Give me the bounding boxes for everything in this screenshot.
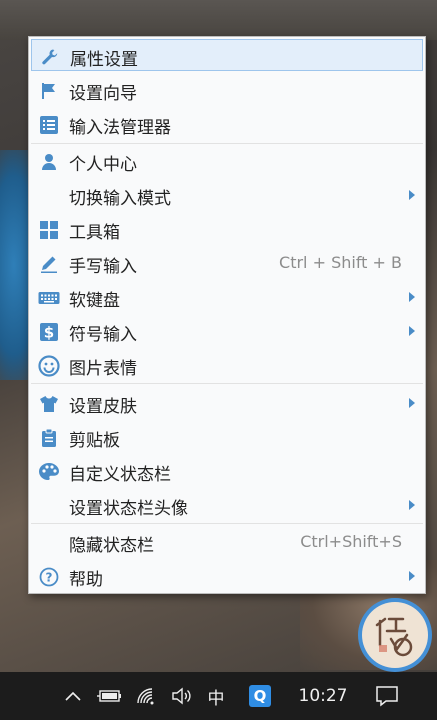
menu-item-label: 图片表情 [69,359,137,379]
menu-item-emoji[interactable]: 图片表情 [31,349,423,381]
menu-item-label: 手写输入 [69,257,137,277]
menu-item-custom-statusbar[interactable]: 自定义状态栏 [31,455,423,487]
wifi-icon[interactable] [133,672,161,720]
menu-item-hide-statusbar[interactable]: 隐藏状态栏 Ctrl+Shift+S [31,526,423,558]
menu-item-label: 符号输入 [69,325,137,345]
menu-item-label: 个人中心 [69,155,137,175]
menu-item-label: 隐藏状态栏 [69,536,154,556]
chevron-up-icon[interactable] [60,672,86,720]
submenu-arrow-icon [409,326,415,336]
menu-item-label: 设置皮肤 [69,397,137,417]
list-icon [38,114,60,136]
svg-text:?: ? [46,571,53,585]
menu-separator [31,523,423,524]
smiley-icon [38,355,60,377]
menu-item-label: 帮助 [69,570,103,590]
battery-icon[interactable] [95,672,125,720]
submenu-arrow-icon [409,292,415,302]
ime-context-menu: 属性设置 设置向导 输入法管理器 个人中心 切换输入模式 工具箱 手写输入 Ct… [28,36,426,594]
menu-item-soft-keyboard[interactable]: 软键盘 [31,281,423,313]
help-circle-icon: ? [38,566,60,588]
menu-item-label: 设置向导 [69,84,137,104]
menu-item-help[interactable]: ? 帮助 [31,560,423,592]
ime-app-badge: Q [249,685,271,707]
menu-item-label: 剪贴板 [69,431,120,451]
palette-icon [38,461,60,483]
ime-mode-indicator[interactable]: 中 [203,672,229,720]
taskbar: 中 Q 10:27 [0,672,437,720]
svg-text:$: $ [44,324,54,342]
volume-icon[interactable] [168,672,196,720]
desktop-background-top [0,0,437,40]
menu-item-label: 自定义状态栏 [69,465,171,485]
keyboard-icon [38,287,60,309]
notification-icon[interactable] [370,672,404,720]
grid-icon [38,219,60,241]
menu-item-skin[interactable]: 设置皮肤 [31,387,423,419]
menu-item-ime-manager[interactable]: 输入法管理器 [31,108,423,140]
ime-app-icon[interactable]: Q [246,672,274,720]
submenu-arrow-icon [409,500,415,510]
menu-separator [31,383,423,384]
menu-item-label: 设置状态栏头像 [69,499,188,519]
avatar-image [362,602,428,668]
menu-item-label: 切换输入模式 [69,189,171,209]
shortcut-text: Ctrl + Shift + B [279,253,402,272]
menu-item-label: 输入法管理器 [69,118,171,138]
menu-item-label: 工具箱 [69,223,120,243]
menu-item-clipboard[interactable]: 剪贴板 [31,421,423,453]
clock[interactable]: 10:27 [292,672,354,720]
pen-icon [38,253,60,275]
ime-status-avatar[interactable] [358,598,432,672]
menu-item-label: 属性设置 [70,50,138,70]
menu-item-symbol-input[interactable]: $ 符号输入 [31,315,423,347]
submenu-arrow-icon [409,571,415,581]
menu-item-label: 软键盘 [69,291,120,311]
menu-item-switch-input-mode[interactable]: 切换输入模式 [31,179,423,211]
clipboard-icon [38,427,60,449]
wrench-icon [39,46,61,68]
menu-item-setup-wizard[interactable]: 设置向导 [31,74,423,106]
flag-icon [38,80,60,102]
menu-item-handwriting[interactable]: 手写输入 Ctrl + Shift + B [31,247,423,279]
menu-item-properties[interactable]: 属性设置 [31,39,423,71]
menu-item-toolbox[interactable]: 工具箱 [31,213,423,245]
submenu-arrow-icon [409,190,415,200]
person-icon [38,151,60,173]
menu-item-personal-center[interactable]: 个人中心 [31,145,423,177]
submenu-arrow-icon [409,398,415,408]
menu-separator [31,143,423,144]
shortcut-text: Ctrl+Shift+S [300,532,402,551]
menu-item-statusbar-avatar[interactable]: 设置状态栏头像 [31,489,423,521]
shirt-icon [38,393,60,415]
dollar-icon: $ [38,321,60,343]
